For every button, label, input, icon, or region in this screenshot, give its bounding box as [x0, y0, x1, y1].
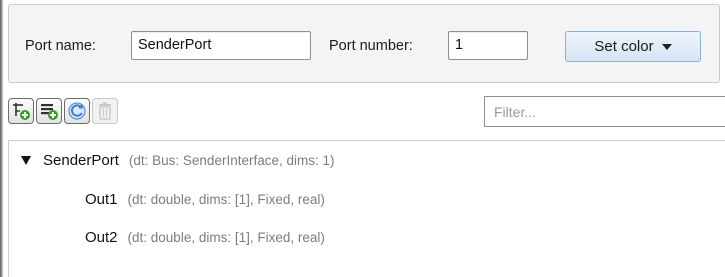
- tree-row-child[interactable]: Out2 (dt: double, dims: [1], Fixed, real): [85, 229, 325, 251]
- port-name-input[interactable]: SenderPort: [131, 31, 311, 60]
- port-properties-panel: Port name: SenderPort Port number: 1 Set…: [8, 4, 720, 83]
- add-element-button[interactable]: [8, 98, 34, 124]
- tree-node-name: SenderPort: [43, 152, 119, 169]
- set-color-label: Set color: [594, 38, 654, 55]
- refresh-button[interactable]: [64, 98, 90, 124]
- port-number-label: Port number:: [329, 38, 413, 54]
- refresh-icon: [68, 102, 86, 120]
- tree-node-desc: (dt: Bus: SenderInterface, dims: 1): [128, 153, 335, 168]
- tree-node-name: Out1: [85, 191, 118, 208]
- tree-node-desc: (dt: double, dims: [1], Fixed, real): [127, 192, 325, 207]
- expand-triangle-icon[interactable]: [21, 156, 31, 165]
- trash-icon: [99, 102, 111, 120]
- add-list-icon: [41, 104, 58, 120]
- port-properties-view: Port name: SenderPort Port number: 1 Set…: [0, 0, 725, 277]
- tree-node-desc: (dt: double, dims: [1], Fixed, real): [127, 230, 325, 245]
- delete-button[interactable]: [92, 98, 118, 124]
- tree-row-child[interactable]: Out1 (dt: double, dims: [1], Fixed, real): [85, 191, 325, 213]
- add-data-element-button[interactable]: [36, 98, 62, 124]
- add-element-icon: [13, 103, 30, 120]
- port-number-input[interactable]: 1: [448, 31, 528, 60]
- window-edge: [0, 0, 3, 277]
- tree-node-name: Out2: [85, 229, 118, 246]
- port-name-label: Port name:: [25, 38, 96, 54]
- filter-input[interactable]: Filter...: [484, 96, 725, 127]
- set-color-button[interactable]: Set color: [565, 31, 701, 62]
- signal-tree: SenderPort (dt: Bus: SenderInterface, dim…: [8, 140, 725, 277]
- chevron-down-icon: [661, 43, 672, 50]
